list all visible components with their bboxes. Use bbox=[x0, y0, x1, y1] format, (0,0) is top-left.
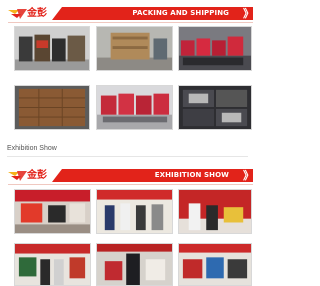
packing-photo-3[interactable] bbox=[178, 26, 252, 71]
exhibition-photo-4[interactable] bbox=[14, 243, 91, 286]
banner-title: PACKING AND SHIPPING bbox=[132, 9, 229, 17]
brand-name: 金彭 bbox=[27, 8, 47, 19]
double-chevron-icon: 》 bbox=[243, 7, 254, 20]
exhibition-photo-1[interactable] bbox=[14, 189, 91, 234]
brand-wing-icon bbox=[8, 171, 27, 181]
banner-rule bbox=[8, 184, 253, 185]
packing-photo-4[interactable] bbox=[14, 85, 90, 130]
exhibition-photo-2[interactable] bbox=[96, 189, 173, 234]
brand-logo: 金彭 bbox=[8, 169, 58, 182]
brand-name: 金彭 bbox=[27, 170, 47, 181]
brand-wing-icon bbox=[8, 9, 27, 19]
double-chevron-icon: 》 bbox=[243, 169, 254, 182]
packing-photo-1[interactable] bbox=[14, 26, 90, 71]
exhibition-photo-6[interactable] bbox=[178, 243, 252, 286]
section-heading: Exhibition Show bbox=[7, 145, 57, 152]
packing-photo-5[interactable] bbox=[96, 85, 173, 130]
packing-banner: 金彭 PACKING AND SHIPPING 》 bbox=[8, 7, 254, 23]
banner-title: EXHIBITION SHOW bbox=[154, 171, 229, 179]
brand-logo: 金彭 bbox=[8, 7, 58, 20]
exhibition-banner: 金彭 EXHIBITION SHOW 》 bbox=[8, 169, 254, 185]
packing-photo-6[interactable] bbox=[178, 85, 252, 130]
packing-photo-2[interactable] bbox=[96, 26, 173, 71]
section-divider bbox=[7, 156, 248, 157]
banner-rule bbox=[8, 22, 253, 23]
exhibition-photo-5[interactable] bbox=[96, 243, 173, 286]
exhibition-photo-3[interactable] bbox=[178, 189, 252, 234]
